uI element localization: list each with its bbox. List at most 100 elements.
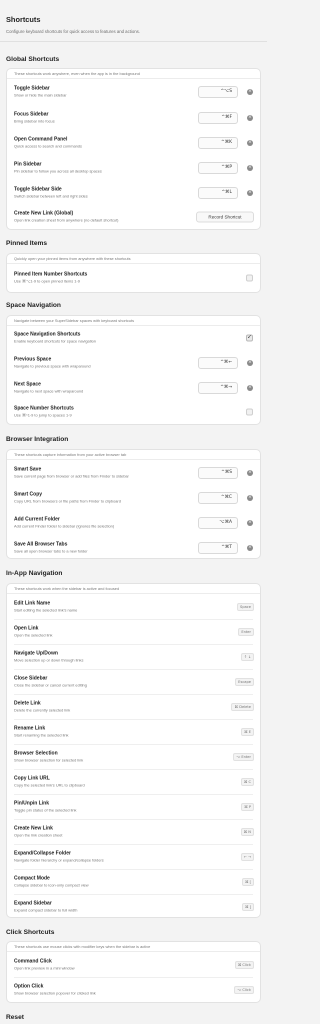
card-description: These shortcuts capture information from… (7, 450, 260, 460)
row-description: Switch sidebar between left and right si… (14, 193, 88, 198)
section-title-inapp: In-App Navigation (6, 570, 63, 577)
clear-shortcut-icon[interactable]: × (247, 139, 253, 146)
shortcut-recorder[interactable]: ^⌘K (198, 136, 238, 149)
row-description: Pin sidebar to follow you across all des… (14, 168, 102, 173)
shortcut-row: Add Current Folder Add current Finder fol… (7, 510, 260, 535)
shortcut-row: Focus Sidebar Bring sidebar into focus ^⌘… (7, 105, 260, 130)
row-description: Navigate to next space with wraparound (14, 388, 84, 393)
row-description: Start renaming the selected link (14, 732, 69, 738)
page-subtitle: Configure keyboard shortcuts for quick a… (6, 29, 140, 34)
clear-shortcut-icon[interactable]: × (247, 114, 253, 121)
pinned-number-shortcuts-checkbox[interactable] (246, 274, 253, 282)
key-hint: Space (237, 602, 254, 611)
shortcut-row: Previous Space Navigate to previous space… (7, 350, 260, 375)
key-hint: ⌘ ] (241, 903, 254, 911)
space-navigation-checkbox[interactable]: ✓ (246, 334, 253, 342)
shortcut-recorder[interactable]: ^⌥S (198, 86, 238, 98)
shortcut-recorder[interactable]: ^⌘S (198, 466, 238, 479)
shortcut-row: Toggle Sidebar Side Switch sidebar betwee… (7, 180, 260, 205)
space-navigation-card: Navigate between your SuperSidebar space… (6, 315, 261, 425)
clear-shortcut-icon[interactable]: × (247, 164, 253, 171)
row-label: Delete Link (14, 700, 41, 707)
row-description: Open link preview in a mini window (14, 965, 75, 970)
row-description: Toggle pin status of the selected link (14, 807, 77, 813)
row-label: Compact Mode (14, 875, 50, 882)
row-label: Add Current Folder (14, 516, 60, 522)
shortcut-recorder[interactable]: ⌥⌘A (198, 516, 238, 529)
shortcut-row: Rename Link Start renaming the selected l… (7, 720, 260, 744)
section-title-browser: Browser Integration (6, 436, 69, 443)
shortcut-row: Copy Link URL Copy the selected link's UR… (7, 770, 260, 794)
row-label: Focus Sidebar (14, 111, 49, 117)
shortcut-row: Smart Save Save current page from browser… (7, 460, 260, 485)
row-label: Open Command Panel (14, 136, 68, 142)
shortcut-recorder[interactable]: ^⌘→ (198, 381, 238, 394)
clear-shortcut-icon[interactable]: × (247, 359, 253, 366)
clear-shortcut-icon[interactable]: × (247, 89, 253, 95)
key-hint: ⌘ P (241, 803, 254, 811)
page-header: Shortcuts Configure keyboard shortcuts f… (6, 15, 261, 34)
card-description: Navigate between your SuperSidebar space… (7, 316, 260, 326)
row-description: Show browser selection for selected link (14, 757, 84, 763)
row-label: Expand/Collapse Folder (14, 850, 71, 857)
space-number-shortcuts-checkbox[interactable] (246, 408, 253, 416)
shortcut-row: Open Command Panel Quick access to search… (7, 130, 260, 155)
row-label: Space Navigation Shortcuts (14, 331, 81, 338)
clear-shortcut-icon[interactable]: × (247, 544, 253, 551)
shortcut-row: Next Space Navigate to next space with wr… (7, 375, 260, 400)
row-description: Show browser selection popover for click… (14, 990, 96, 996)
shortcut-recorder[interactable]: ^⌘P (198, 161, 238, 174)
row-label: Expand Sidebar (14, 900, 52, 907)
row-label: Previous Space (14, 356, 52, 362)
row-label: Save All Browser Tabs (14, 541, 68, 547)
key-hint: Enter (238, 628, 254, 636)
global-shortcuts-card: These shortcuts work anywhere, even when… (6, 68, 261, 230)
row-description: Start editing the selected link's name (14, 607, 78, 612)
row-label: Browser Selection (14, 750, 58, 757)
key-hint: ⌥ Click (234, 986, 254, 994)
shortcut-row: Compact Mode Collapse sidebar to icon-onl… (7, 870, 260, 894)
clear-shortcut-icon[interactable]: × (247, 494, 253, 501)
key-hint: ⌥ Enter (233, 753, 254, 761)
row-description: Save all open browser tabs to a new fold… (14, 548, 88, 553)
row-label: Smart Save (14, 466, 42, 472)
shortcut-recorder[interactable]: ^⌘T (198, 541, 238, 554)
row-description: Navigate folder hierarchy or expand/coll… (14, 857, 104, 863)
card-description: Quickly open your pinned items from anyw… (7, 254, 260, 264)
key-hint: ⌘ [ (241, 878, 254, 886)
row-description: Enable keyboard shortcuts for space navi… (14, 338, 96, 344)
row-description: Use ⌘^1-9 to jump to spaces 1-9 (14, 412, 72, 418)
row-label: Create New Link (Global) (14, 210, 74, 217)
shortcut-row: Option Click Show browser selection popov… (7, 978, 260, 1002)
clear-shortcut-icon[interactable]: × (247, 384, 253, 391)
toggle-row: Space Navigation Shortcuts Enable keyboar… (7, 326, 260, 350)
row-label: Command Click (14, 958, 52, 964)
clear-shortcut-icon[interactable]: × (247, 519, 253, 526)
key-hint: ⌘ Click (234, 960, 254, 969)
shortcut-row: Open Link Open the selected link Enter (7, 620, 260, 644)
card-description: These shortcuts work when the sidebar is… (7, 584, 260, 594)
shortcut-recorder[interactable]: ^⌘F (198, 111, 238, 124)
row-label: Open Link (14, 625, 39, 632)
shortcut-recorder[interactable]: ^⌘L (198, 186, 238, 199)
shortcut-row: Delete Link Delete the currently selected… (7, 695, 260, 719)
row-label: Smart Copy (14, 491, 43, 497)
row-label: Pinned Item Number Shortcuts (14, 271, 88, 278)
row-description: Save current page from browser or add fi… (14, 473, 129, 478)
shortcut-recorder[interactable]: ^⌘← (198, 356, 238, 369)
shortcut-recorder[interactable]: ^⌘C (198, 491, 238, 504)
card-description: These shortcuts work anywhere, even when… (7, 69, 260, 79)
key-hint: ⌘ C (240, 778, 254, 786)
row-description: Open link creation sheet from anywhere (… (14, 217, 119, 223)
row-description: Delete the currently selected link (14, 707, 71, 713)
clear-shortcut-icon[interactable]: × (247, 469, 253, 476)
shortcut-row: Expand/Collapse Folder Navigate folder hi… (7, 845, 260, 869)
click-shortcuts-card: These shortcuts use mouse clicks with mo… (6, 941, 261, 1003)
shortcut-row: Expand Sidebar Expand compact sidebar to … (7, 895, 260, 917)
row-description: Bring sidebar into focus (14, 118, 55, 123)
row-description: Show or hide the main sidebar (14, 92, 67, 98)
shortcuts-settings-page: Shortcuts Configure keyboard shortcuts f… (0, 0, 267, 1024)
clear-shortcut-icon[interactable]: × (247, 189, 253, 196)
row-label: Edit Link Name (14, 600, 51, 606)
record-shortcut-button[interactable]: Record Shortcut (196, 211, 254, 223)
